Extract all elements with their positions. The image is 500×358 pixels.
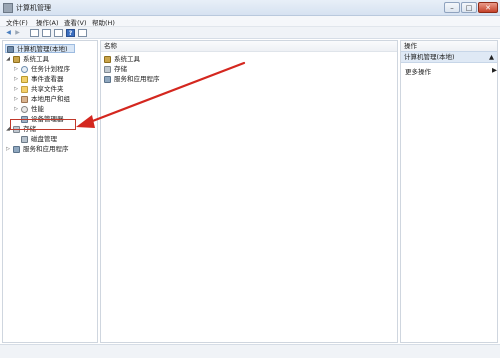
expand-triangle-icon[interactable]: ▷ [13, 85, 19, 94]
tree-item-label: 服务和应用程序 [23, 145, 69, 153]
tree-item-label: 事件查看器 [31, 75, 64, 83]
tools-icon [104, 56, 111, 63]
users-icon [21, 96, 28, 103]
properties-icon[interactable] [54, 29, 63, 37]
clock-icon [21, 66, 28, 73]
forward-arrow-icon[interactable]: ▶ [13, 29, 22, 37]
expand-triangle-icon[interactable]: ▷ [13, 95, 19, 104]
window-title: 计算机管理 [16, 4, 51, 12]
tree-item-performance[interactable]: ▷ 性能 [13, 105, 97, 114]
tree-item-task-scheduler[interactable]: ▷ 任务计划程序 [13, 65, 97, 74]
menu-bar: 文件(F) 操作(A) 查看(V) 帮助(H) [0, 16, 500, 27]
up-level-icon[interactable] [30, 29, 39, 37]
actions-pane: 操作 计算机管理(本地) ▲ 更多操作 ▶ [400, 40, 498, 343]
status-bar [0, 344, 500, 358]
list-item[interactable]: 存储 [104, 65, 224, 74]
tree-item-label: 任务计划程序 [31, 65, 70, 73]
actions-section-label: 计算机管理(本地) [404, 53, 455, 61]
menu-file[interactable]: 文件(F) [6, 17, 28, 27]
expand-triangle-icon[interactable]: ▷ [13, 105, 19, 114]
list-item[interactable]: 系统工具 [104, 55, 224, 64]
expand-triangle-icon[interactable]: ▷ [13, 65, 19, 74]
navigation-tree: 计算机管理(本地) ◢ 系统工具 ▷ 任务计划程序 ▷ 事件查看器 ▷ 共享文件… [2, 40, 98, 343]
content-pane: 名称 系统工具 存储 服务和应用程序 [100, 40, 398, 343]
tools-icon [13, 56, 20, 63]
menu-view[interactable]: 查看(V) [64, 17, 87, 27]
title-bar: 计算机管理 – □ ✕ [0, 0, 500, 16]
computer-icon [7, 46, 14, 53]
more-actions[interactable]: 更多操作 ▶ [405, 66, 497, 76]
minimize-button[interactable]: – [444, 2, 460, 13]
submenu-arrow-icon: ▶ [492, 66, 497, 74]
computer-management-icon [3, 3, 13, 13]
menu-action[interactable]: 操作(A) [36, 17, 59, 27]
shared-folder-icon [21, 86, 28, 93]
tree-item-label: 磁盘管理 [31, 135, 57, 143]
close-button[interactable]: ✕ [478, 2, 498, 13]
column-header-name[interactable]: 名称 [101, 41, 397, 52]
services-icon [13, 146, 20, 153]
menu-help[interactable]: 帮助(H) [92, 17, 115, 27]
show-hide-tree-icon[interactable] [42, 29, 51, 37]
tree-item-services[interactable]: ▷ 服务和应用程序 [5, 145, 95, 154]
collapse-triangle-icon[interactable]: ◢ [5, 55, 11, 64]
event-log-icon [21, 76, 28, 83]
performance-icon [21, 106, 28, 113]
tree-item-shared-folders[interactable]: ▷ 共享文件夹 [13, 85, 97, 94]
show-action-pane-icon[interactable] [78, 29, 87, 37]
more-actions-label: 更多操作 [405, 68, 431, 76]
help-icon[interactable]: ? [66, 29, 75, 37]
tree-item-label: 共享文件夹 [31, 85, 64, 93]
tree-root[interactable]: 计算机管理(本地) [5, 44, 75, 53]
tree-item-label: 系统工具 [23, 55, 49, 63]
annotation-highlight-box [10, 119, 76, 130]
disk-icon [21, 136, 28, 143]
collapse-arrow-icon[interactable]: ▲ [489, 52, 494, 63]
services-icon [104, 76, 111, 83]
tree-item-label: 本地用户和组 [31, 95, 70, 103]
tree-item-event-viewer[interactable]: ▷ 事件查看器 [13, 75, 97, 84]
storage-icon [104, 66, 111, 73]
tree-root-label: 计算机管理(本地) [17, 45, 68, 53]
tree-item-disk-management[interactable]: 磁盘管理 [13, 135, 97, 144]
expand-triangle-icon[interactable]: ▷ [13, 75, 19, 84]
back-arrow-icon[interactable]: ◀ [4, 29, 13, 37]
list-item[interactable]: 服务和应用程序 [104, 75, 224, 84]
list-item-label: 服务和应用程序 [114, 75, 160, 83]
actions-section-title[interactable]: 计算机管理(本地) ▲ [401, 51, 497, 63]
tree-item-system-tools[interactable]: ◢ 系统工具 [5, 55, 95, 64]
maximize-button[interactable]: □ [461, 2, 477, 13]
tree-item-local-users[interactable]: ▷ 本地用户和组 [13, 95, 97, 104]
list-item-label: 存储 [114, 65, 127, 73]
toolbar: ◀ ▶ ? [0, 27, 500, 39]
tree-item-label: 性能 [31, 105, 44, 113]
expand-triangle-icon[interactable]: ▷ [5, 145, 11, 154]
list-item-label: 系统工具 [114, 55, 140, 63]
